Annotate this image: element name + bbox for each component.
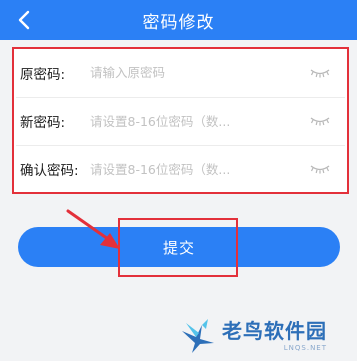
page-title: 密码修改 [142,12,215,33]
submit-area: 提交 [18,227,340,267]
toggle-confirm-password-visibility[interactable] [305,159,335,179]
old-password-input[interactable] [90,65,305,80]
eye-closed-icon [310,165,330,174]
header-bar: 密码修改 [0,0,357,40]
chevron-left-icon [18,10,30,30]
password-form: 原密码: 新密码: 确认密码: [12,47,349,194]
new-password-row: 新密码: [16,97,345,144]
old-password-row: 原密码: [16,49,345,96]
confirm-password-label: 确认密码: [20,163,79,179]
watermark-text: 老鸟软件园 [222,319,327,343]
confirm-password-row: 确认密码: [16,145,345,192]
old-password-label: 原密码: [20,66,66,83]
new-password-input[interactable] [90,113,305,129]
watermark: 老鸟软件园 LNQS.NET [180,313,350,359]
submit-button[interactable]: 提交 [18,227,340,267]
toggle-new-password-visibility[interactable] [305,111,335,131]
eye-closed-icon [310,117,330,126]
toggle-old-password-visibility[interactable] [305,63,335,83]
watermark-subtext: LNQS.NET [283,344,327,352]
eye-closed-icon [310,68,330,78]
bird-logo-icon [182,319,214,353]
back-button[interactable] [8,4,40,36]
new-password-label: 新密码: [20,115,66,131]
confirm-password-input[interactable] [90,161,305,177]
